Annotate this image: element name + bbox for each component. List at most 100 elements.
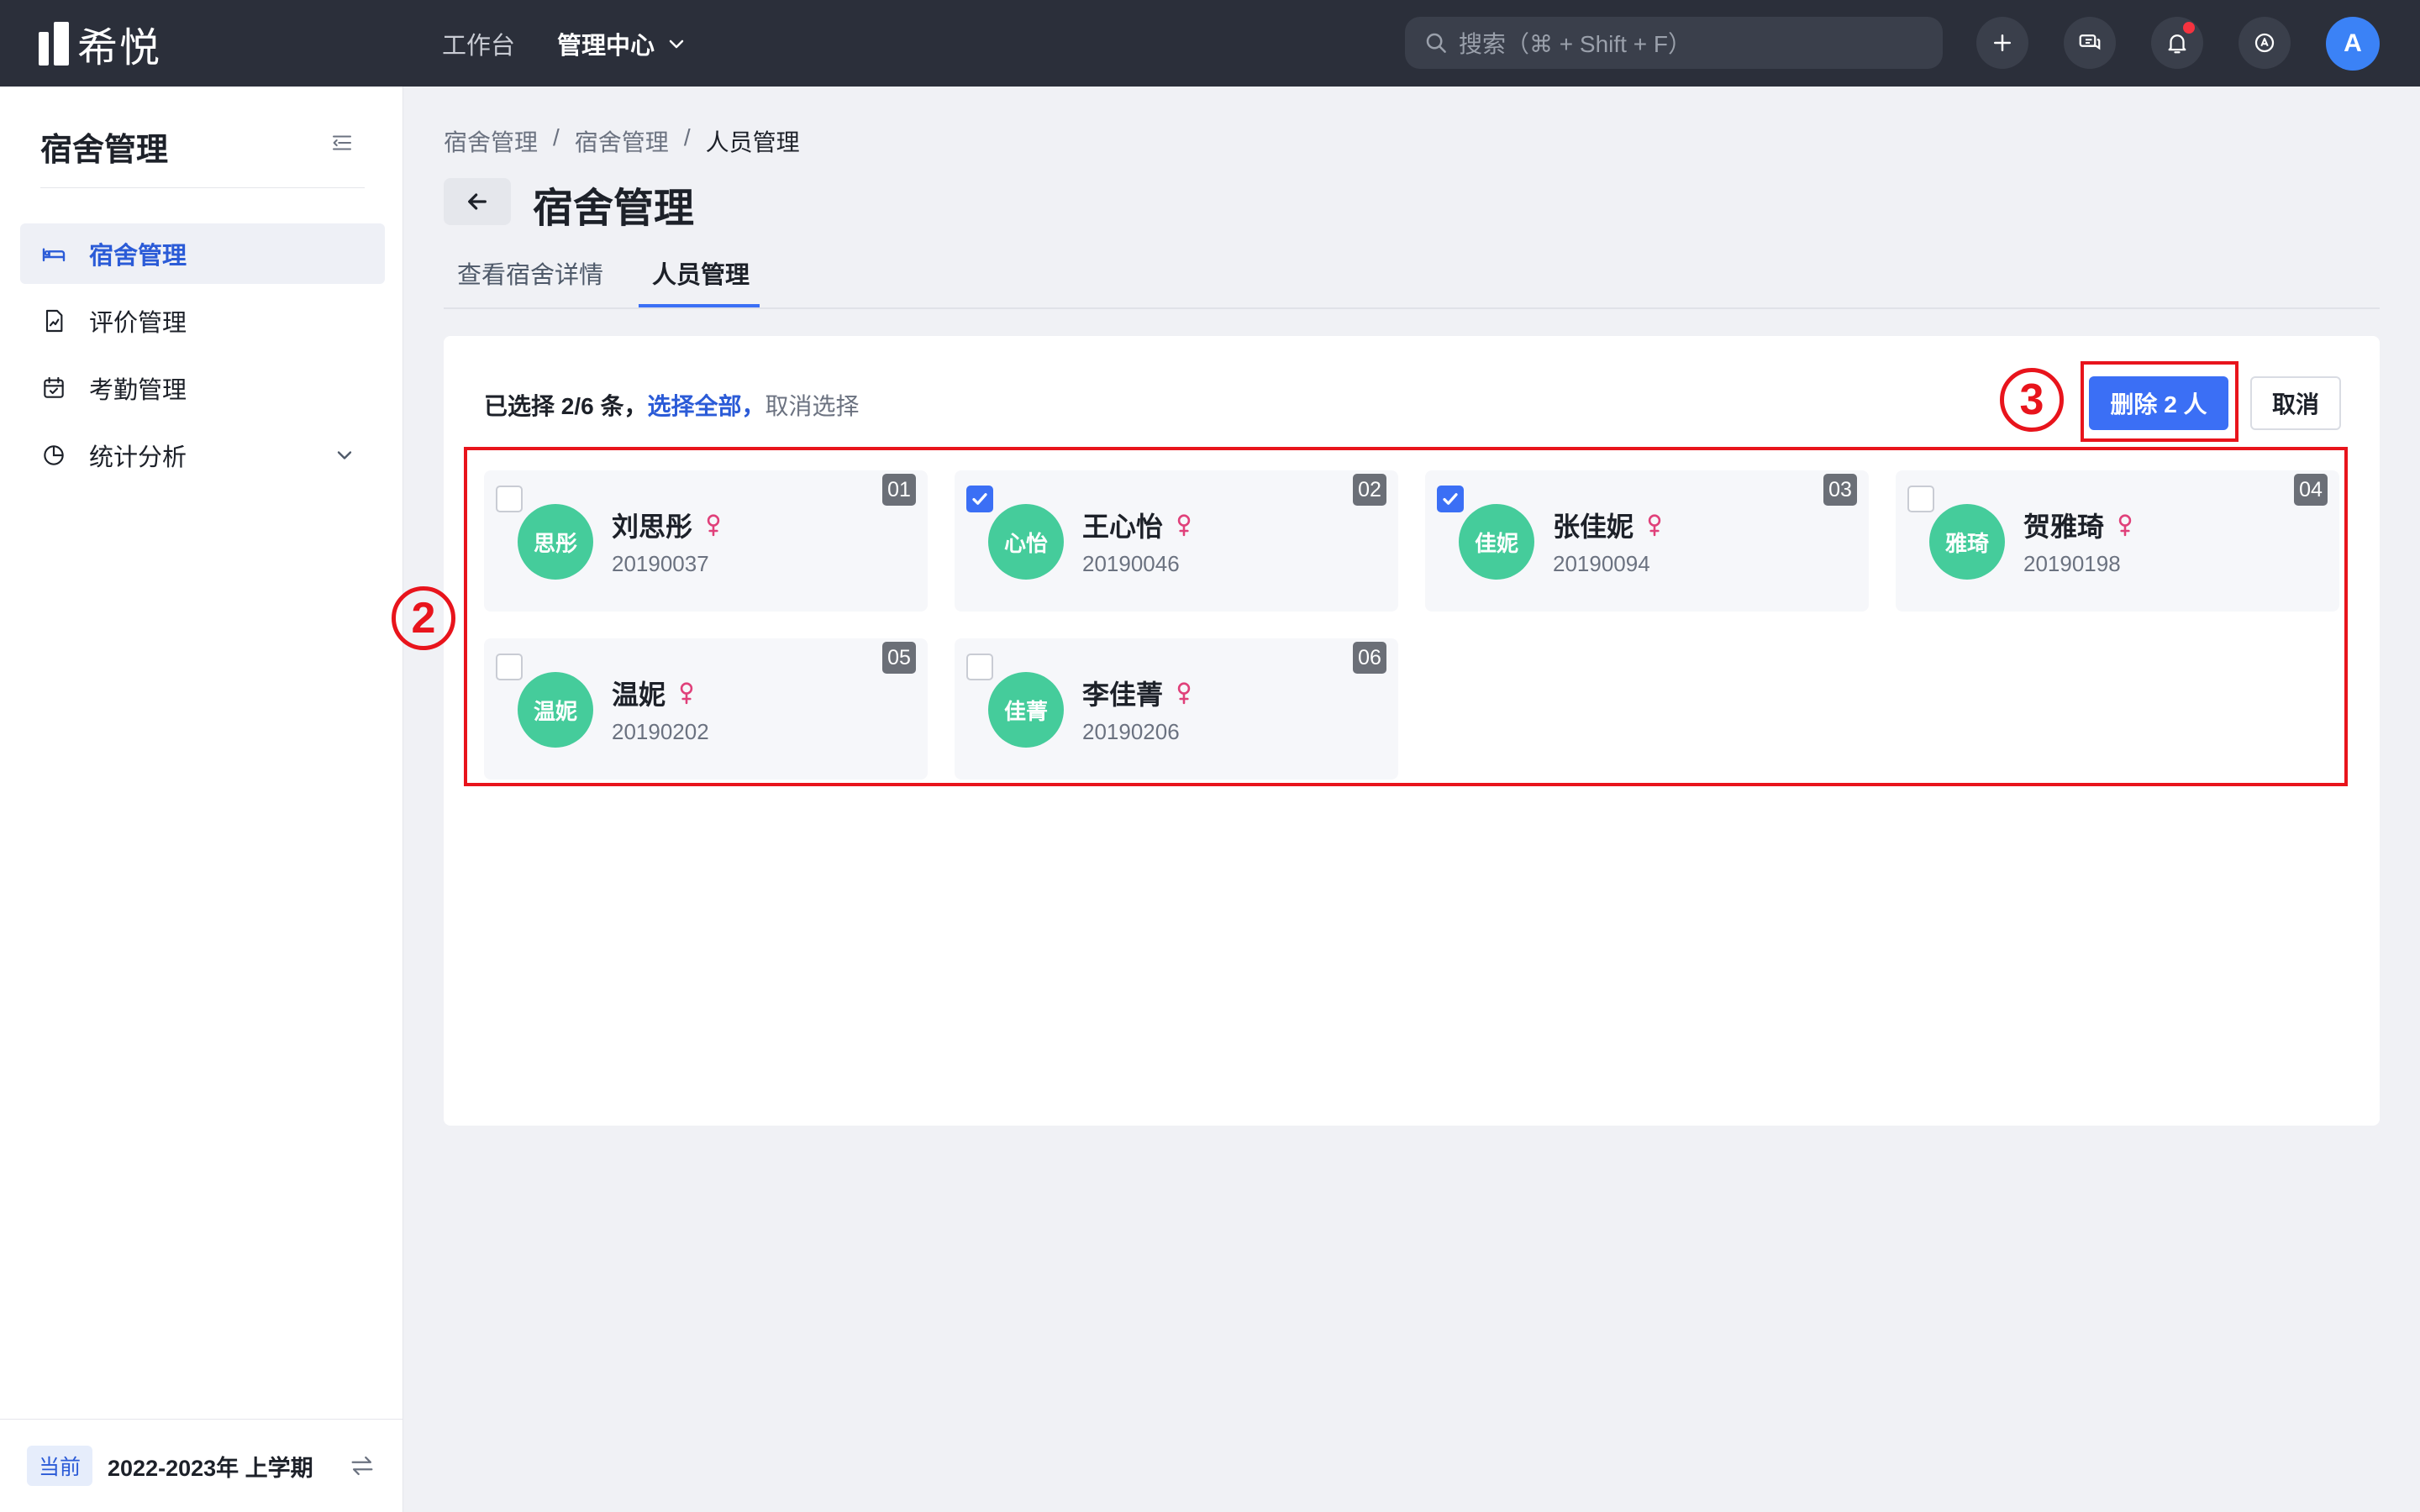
member-checkbox[interactable] [966,654,993,680]
member-student-id: 20190094 [1553,551,1650,576]
member-card[interactable]: 06 佳菁 李佳菁 20190206 [955,638,1398,780]
notification-badge [2183,22,2195,34]
female-icon [680,682,693,705]
member-index-badge: 01 [882,474,916,506]
breadcrumb-item[interactable]: 宿舍管理 [575,124,669,158]
member-name: 温妮 [612,674,696,712]
active-tab-indicator [639,304,760,307]
sidebar-title: 宿舍管理 [40,133,169,168]
sidebar-item-label: 评价管理 [89,310,187,337]
check-icon [972,493,987,505]
member-avatar: 佳菁 [988,672,1064,748]
sidebar-item-label: 统计分析 [89,444,187,471]
chat-icon [2079,34,2101,50]
apps-button[interactable] [2238,17,2291,69]
member-avatar: 温妮 [518,672,593,748]
annotation-box-3 [2081,361,2238,442]
member-name-text: 李佳菁 [1082,680,1164,710]
annotation-label-3: 3 [2000,368,2064,432]
term-selector[interactable]: 当前 2022-2023年 上学期 [0,1419,403,1512]
user-avatar[interactable]: A [2326,17,2380,71]
sidebar-item-dorm-management[interactable]: 宿舍管理 [20,223,385,284]
nav-admin-center-label: 管理中心 [557,32,655,60]
evaluation-doc-icon [45,309,63,333]
search-icon [1426,33,1446,53]
term-text: 2022-2023年 上学期 [108,1455,313,1481]
add-button[interactable] [1976,17,2028,69]
female-icon [1177,514,1191,537]
calendar-check-icon [44,376,64,398]
member-card[interactable]: 04 雅琦 贺雅琦 20190198 [1896,470,2339,612]
back-button[interactable] [444,178,511,225]
member-card[interactable]: 05 温妮 温妮 20190202 [484,638,928,780]
cancel-button[interactable]: 取消 [2250,376,2341,430]
app-logo[interactable]: 希悦 [39,20,161,71]
member-name-text: 温妮 [612,680,666,710]
member-index-badge: 02 [1353,474,1386,506]
logo-text: 希悦 [77,26,162,71]
page-title: 宿舍管理 [533,186,695,231]
member-name: 贺雅琦 [2023,506,2134,544]
annotation-number: 3 [2000,368,2064,432]
clear-selection-link[interactable]: 取消选择 [765,388,860,422]
notifications-button[interactable] [2151,17,2203,69]
sidebar-item-label: 考勤管理 [89,377,187,404]
member-index-badge: 06 [1353,642,1386,674]
swap-icon[interactable] [348,1452,376,1480]
breadcrumb-separator: / [553,124,560,150]
member-checkbox[interactable] [496,486,523,512]
member-name: 王心怡 [1082,506,1193,544]
messages-button[interactable] [2064,17,2116,69]
sidebar-item-label: 宿舍管理 [89,243,187,270]
member-checkbox[interactable] [496,654,523,680]
bed-icon [42,248,66,262]
sidebar-item-attendance[interactable]: 考勤管理 [20,358,385,418]
member-checkbox[interactable] [966,486,993,512]
female-icon [707,514,720,537]
collapse-sidebar-icon[interactable] [329,130,355,155]
logo-mark-icon [39,22,69,66]
tab-bar: 查看宿舍详情 人员管理 [444,250,2380,309]
nav-workbench[interactable]: 工作台 [442,26,515,61]
breadcrumb-separator: / [683,124,691,150]
member-avatar: 佳妮 [1459,504,1534,580]
pie-chart-icon [44,445,64,465]
member-avatar: 思彤 [518,504,593,580]
app-center-icon [2254,33,2275,53]
member-card[interactable]: 03 佳妮 张佳妮 20190094 [1425,470,1869,612]
plus-icon [1994,34,2011,51]
member-checkbox[interactable] [1907,486,1934,512]
chevron-down-icon [337,451,352,459]
member-name-text: 王心怡 [1082,512,1164,542]
member-name: 李佳菁 [1082,674,1193,712]
member-student-id: 20190037 [612,551,709,576]
female-icon [1648,514,1661,537]
member-student-id: 20190198 [2023,551,2121,576]
sidebar-item-evaluation[interactable]: 评价管理 [20,291,385,351]
global-search-input[interactable]: 搜索（⌘ + Shift + F） [1405,17,1943,69]
breadcrumb: 宿舍管理 / 宿舍管理 / 人员管理 [444,124,800,158]
top-nav: 工作台 管理中心 [442,0,687,87]
tab-dorm-details[interactable]: 查看宿舍详情 [457,255,603,291]
nav-workbench-label: 工作台 [442,32,516,60]
sidebar-item-statistics[interactable]: 统计分析 [20,425,385,486]
tab-member-management[interactable]: 人员管理 [652,255,750,291]
breadcrumb-current: 人员管理 [705,129,800,155]
term-badge: 当前 [27,1446,93,1486]
member-avatar: 雅琦 [1929,504,2005,580]
member-card[interactable]: 01 思彤 刘思彤 20190037 [484,470,928,612]
select-all-link[interactable]: 选择全部， [647,388,765,422]
member-name: 刘思彤 [612,506,723,544]
member-checkbox[interactable] [1437,486,1464,512]
check-icon [1443,493,1458,505]
bell-icon [2168,34,2186,54]
member-card[interactable]: 02 心怡 王心怡 20190046 [955,470,1398,612]
search-placeholder: 搜索（⌘ + Shift + F） [1459,31,1691,57]
sidebar-divider [40,187,365,188]
sidebar: 宿舍管理 宿舍管理 评价管理 考勤管理 统计分析 当前 2022-2023年 上… [0,87,403,1512]
selection-count: 已选择 2/6 条， [484,393,648,419]
breadcrumb-item[interactable]: 宿舍管理 [444,124,538,158]
member-name-text: 贺雅琦 [2023,512,2105,542]
female-icon [1177,682,1191,705]
nav-admin-center[interactable]: 管理中心 [557,26,687,61]
